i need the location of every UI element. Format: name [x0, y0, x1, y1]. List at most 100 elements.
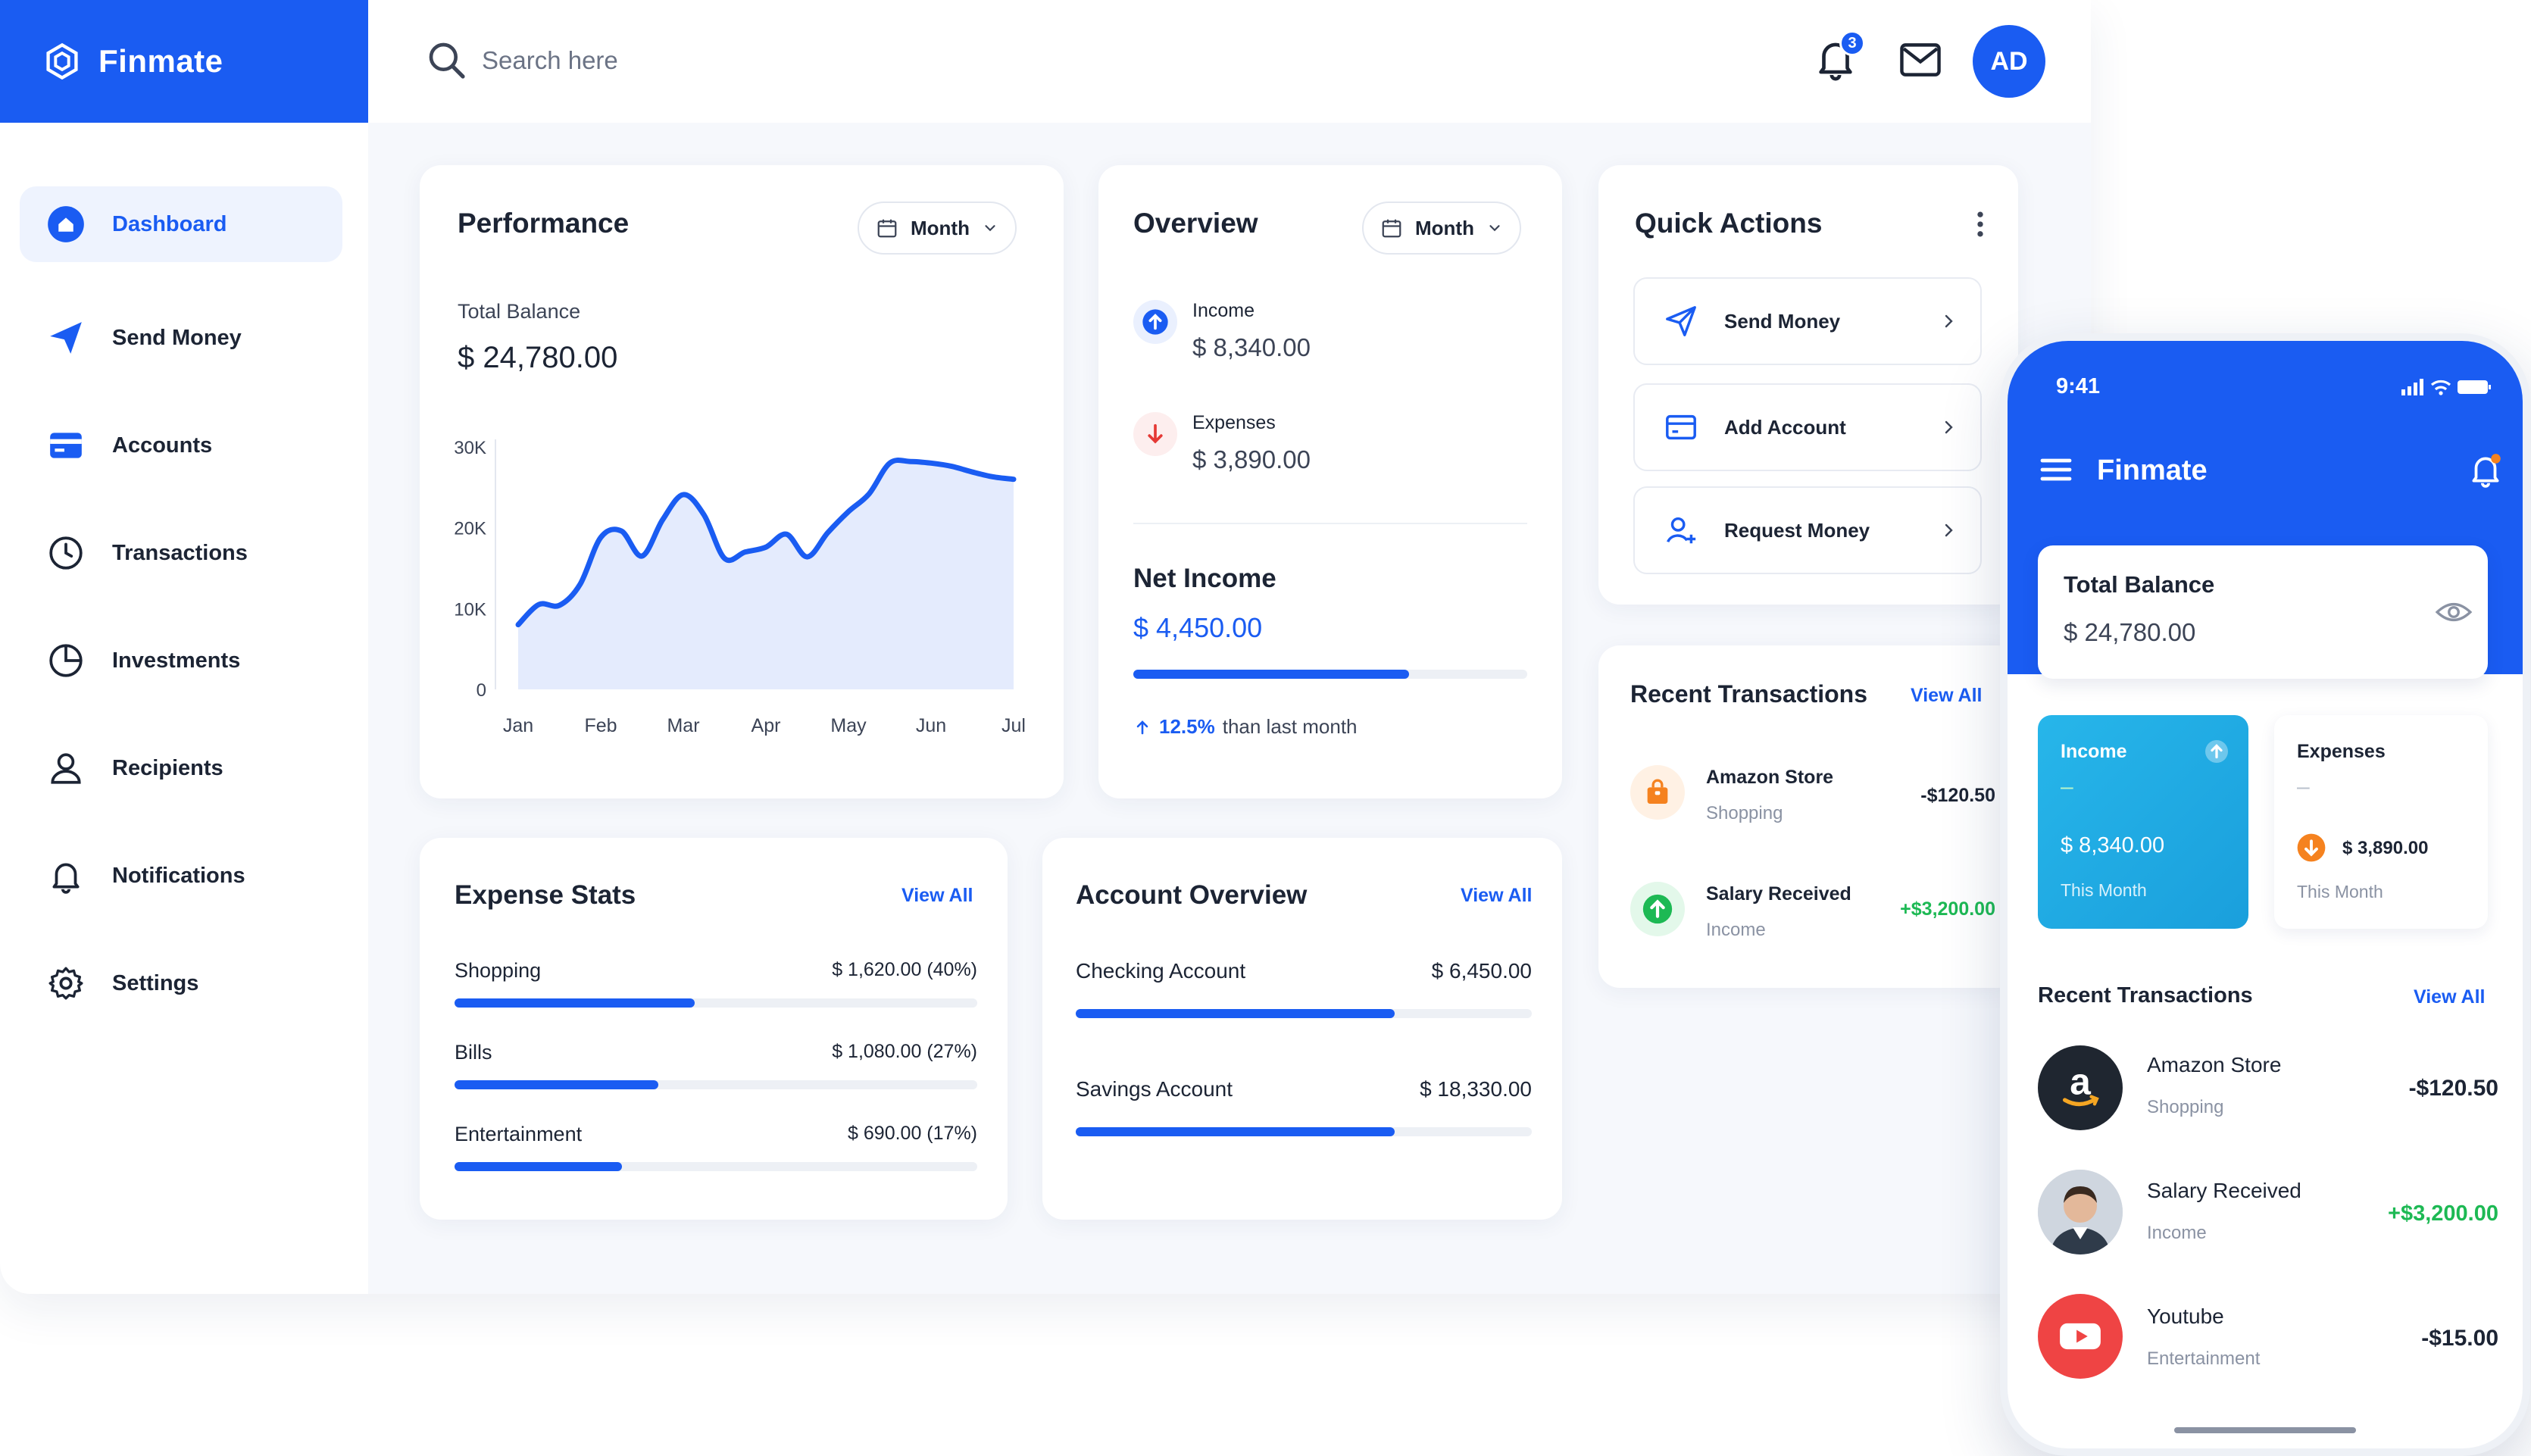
account-overview-title: Account Overview: [1076, 880, 1308, 910]
recent-transactions-card: Recent Transactions View All Amazon Stor…: [1598, 645, 2018, 988]
mail-icon[interactable]: [1897, 39, 1944, 80]
performance-title: Performance: [458, 208, 630, 239]
transaction-amount: -$120.50: [1920, 785, 1995, 806]
recent-transactions-title: Recent Transactions: [1630, 680, 1867, 708]
status-bar-time: 9:41: [2056, 374, 2101, 398]
phone-income-value: $ 8,340.00: [2061, 833, 2165, 858]
phone-transaction-amount: -$15.00: [2421, 1326, 2498, 1351]
bag-icon: [1630, 765, 1685, 820]
card-icon: [45, 425, 86, 466]
svg-text:a: a: [2070, 1061, 2091, 1103]
amazon-icon: a: [2038, 1045, 2123, 1130]
expense-label: Shopping: [455, 959, 542, 982]
expense-progress: [455, 1080, 977, 1089]
account-overview-card: Account Overview View All Checking Accou…: [1042, 838, 1562, 1220]
user-icon: [45, 748, 86, 789]
phone-income-card[interactable]: Income – $ 8,340.00 This Month: [2038, 715, 2248, 929]
sidebar-item-notifications[interactable]: Notifications: [20, 838, 342, 914]
phone-notification-icon[interactable]: [2467, 450, 2504, 489]
expense-stats-title: Expense Stats: [455, 880, 636, 910]
performance-card: Performance Month Total Balance $ 24,780…: [420, 165, 1064, 798]
expense-label: Entertainment: [455, 1123, 583, 1145]
period-label: Month: [1415, 216, 1474, 239]
chevron-right-icon: [1945, 523, 1953, 537]
top-bar: 3 AD: [368, 0, 2091, 123]
expense-value: $ 1,620.00 (40%): [832, 959, 977, 980]
expense-progress-fill: [455, 1162, 622, 1171]
send-icon: [45, 317, 86, 358]
sidebar-item-settings[interactable]: Settings: [20, 945, 342, 1021]
x-tick-label: Apr: [751, 715, 781, 736]
phone-balance-label: Total Balance: [2064, 571, 2215, 598]
sidebar-item-investments[interactable]: Investments: [20, 623, 342, 698]
change-value: 12.5%: [1159, 715, 1215, 738]
phone-balance-card: Total Balance $ 24,780.00: [2038, 545, 2488, 679]
phone-transaction-amount: +$3,200.00: [2388, 1201, 2498, 1226]
overview-card: Overview Month Income $ 8,340.00 Expense…: [1098, 165, 1562, 798]
expenses-value: $ 3,890.00: [1192, 445, 1311, 473]
more-options-icon[interactable]: [1968, 208, 1992, 241]
performance-period-dropdown[interactable]: Month: [858, 202, 1017, 255]
expense-value: $ 690.00 (17%): [848, 1123, 977, 1144]
gear-icon: [45, 963, 86, 1004]
clock-icon: [45, 533, 86, 573]
account-value: $ 6,450.00: [1431, 959, 1532, 983]
view-all-link[interactable]: View All: [1461, 885, 1532, 907]
sidebar-item-label: Transactions: [112, 540, 248, 565]
phone-expenses-value: $ 3,890.00: [2342, 838, 2429, 858]
arrow-up-icon: [1630, 882, 1685, 936]
brand[interactable]: Finmate: [0, 0, 368, 123]
arrow-down-icon: [2297, 833, 2326, 862]
quick-action-send-money[interactable]: Send Money: [1633, 277, 1982, 365]
performance-chart: 30K 20K 10K 0 Jan Feb Mar Apr May Jun Jul: [454, 438, 1026, 736]
sidebar-item-accounts[interactable]: Accounts: [20, 408, 342, 483]
x-tick-label: Mar: [667, 715, 699, 736]
y-tick-label: 0: [477, 680, 486, 701]
sidebar-item-send-money[interactable]: Send Money: [20, 300, 342, 376]
view-all-link[interactable]: View All: [901, 885, 973, 907]
sidebar-item-label: Notifications: [112, 863, 245, 888]
quick-actions-card: Quick Actions Send Money Add Account Req…: [1598, 165, 2018, 605]
calendar-icon: [1382, 219, 1401, 238]
search-input[interactable]: [482, 42, 1012, 79]
user-avatar[interactable]: AD: [1973, 25, 2045, 98]
account-progress-fill: [1076, 1009, 1395, 1018]
quick-action-request-money[interactable]: Request Money: [1633, 486, 1982, 574]
change-text: than last month: [1222, 715, 1358, 738]
desktop-app: Finmate 3 AD Dashboard Send: [0, 0, 2091, 1294]
period-label: Month: [911, 216, 970, 239]
phone-transaction-category: Shopping: [2147, 1097, 2224, 1117]
phone-expenses-card[interactable]: Expenses – $ 3,890.00 This Month: [2274, 715, 2488, 929]
sidebar-item-dashboard[interactable]: Dashboard: [20, 186, 342, 262]
account-value: $ 18,330.00: [1420, 1077, 1532, 1101]
overview-title: Overview: [1133, 208, 1258, 239]
total-balance-label: Total Balance: [458, 300, 581, 323]
phone-transaction-name: Salary Received: [2147, 1179, 2301, 1202]
quick-action-add-account[interactable]: Add Account: [1633, 383, 1982, 471]
transaction-amount: +$3,200.00: [1900, 898, 1995, 920]
account-label: Savings Account: [1076, 1077, 1233, 1101]
income-label: Income: [1192, 300, 1255, 321]
view-all-link[interactable]: View All: [1911, 685, 1982, 707]
quick-action-label: Request Money: [1724, 518, 1870, 542]
phone-expenses-dash: –: [2297, 774, 2310, 799]
sidebar-item-label: Settings: [112, 970, 199, 995]
overview-period-dropdown[interactable]: Month: [1362, 202, 1521, 255]
eye-icon[interactable]: [2435, 598, 2473, 626]
net-income-progress: [1133, 670, 1527, 679]
expense-value: $ 1,080.00 (27%): [832, 1041, 977, 1062]
sidebar-item-transactions[interactable]: Transactions: [20, 515, 342, 591]
arrow-up-icon: [1136, 720, 1148, 734]
phone-expenses-label: Expenses: [2297, 741, 2386, 762]
menu-icon[interactable]: [2038, 453, 2074, 486]
mobile-phone-mockup: 9:41 Finmate Total Balance $ 24,780.00 I…: [2000, 333, 2530, 1456]
y-tick-label: 20K: [454, 519, 486, 539]
expense-stats-card: Expense Stats View All Shopping $ 1,620.…: [420, 838, 1008, 1220]
phone-balance-value: $ 24,780.00: [2064, 618, 2196, 646]
sidebar-item-recipients[interactable]: Recipients: [20, 730, 342, 806]
chevron-down-icon: [1489, 225, 1500, 232]
status-bar-icons: [2401, 379, 2491, 395]
sidebar-item-label: Dashboard: [112, 211, 227, 236]
phone-income-period: This Month: [2061, 880, 2147, 900]
phone-view-all-link[interactable]: View All: [2414, 986, 2485, 1008]
